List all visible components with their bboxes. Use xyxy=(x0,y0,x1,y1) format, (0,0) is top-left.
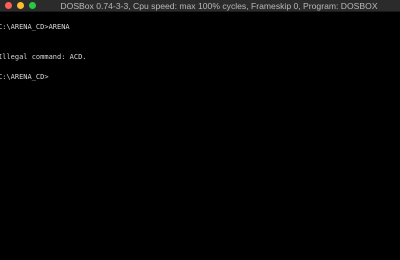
minimize-icon[interactable] xyxy=(17,2,24,9)
console-line-command: C:\ARENA_CD>ARENA xyxy=(0,23,70,31)
dosbox-window: DOSBox 0.74-3-3, Cpu speed: max 100% cyc… xyxy=(0,0,400,260)
zoom-icon[interactable] xyxy=(29,2,36,9)
console-line-error: Illegal command: ACD. xyxy=(0,53,87,61)
console-prompt[interactable]: C:\ARENA_CD> xyxy=(0,73,49,82)
close-icon[interactable] xyxy=(5,2,12,9)
window-title: DOSBox 0.74-3-3, Cpu speed: max 100% cyc… xyxy=(60,1,378,11)
window-titlebar[interactable]: DOSBox 0.74-3-3, Cpu speed: max 100% cyc… xyxy=(0,0,400,12)
dos-console-screen[interactable]: C:\ARENA_CD>ARENA Illegal command: ACD. … xyxy=(0,13,400,260)
